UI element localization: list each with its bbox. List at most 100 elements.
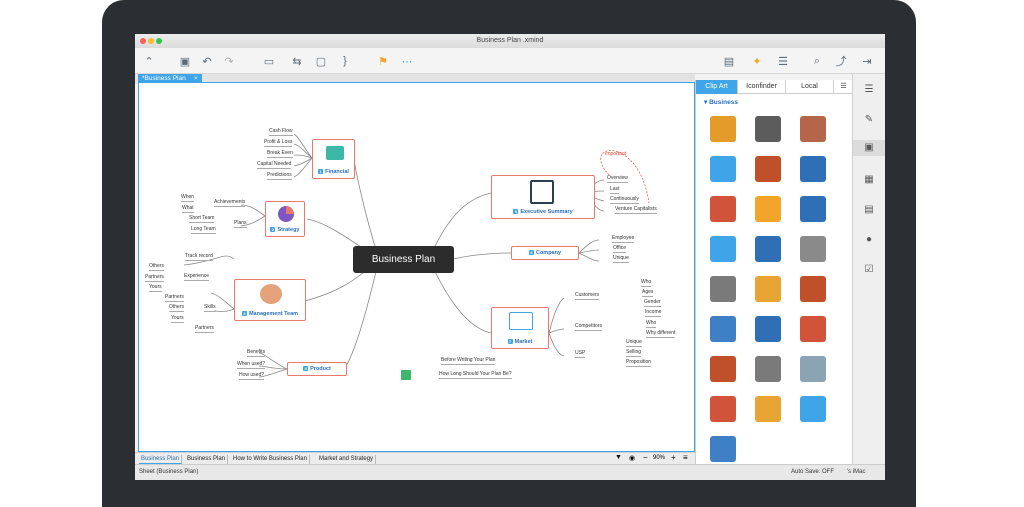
panel-menu-icon[interactable]: ☰ [834,80,853,94]
coffee-clip[interactable] [755,156,781,182]
leaf-exp-partners[interactable]: Partners [145,274,164,282]
tab-local[interactable]: Local [786,80,834,94]
leaf-competitors[interactable]: Competitors [575,323,602,331]
eye-icon[interactable]: ◉ [629,454,635,462]
leaf-unique-usp[interactable]: Unique [626,339,642,347]
leaf-bottom-partners[interactable]: Partners [195,325,214,333]
printer-doc-clip[interactable] [800,236,826,262]
leaf-gender[interactable]: Gender [644,299,661,307]
leaf-skill-partners[interactable]: Partners [165,294,184,302]
calculator-clip[interactable] [800,116,826,142]
section-business[interactable]: ▾ Business [704,98,738,106]
undo-icon[interactable]: ↶ [199,53,215,69]
presentation-clip[interactable] [800,276,826,302]
contacts-clip[interactable] [800,156,826,182]
chart-up-clip[interactable] [710,396,736,422]
redo-icon[interactable]: ↷ [221,53,237,69]
globe-clip[interactable] [755,236,781,262]
briefcase-clip[interactable] [755,116,781,142]
leaf-when-used[interactable]: When used? [237,361,266,369]
folder-clip[interactable] [710,236,736,262]
outline-icon[interactable]: ☰ [775,53,791,69]
search-icon[interactable]: ⌕ [809,53,825,69]
leaf-track-record[interactable]: Track record [185,253,213,261]
save-icon[interactable]: ▣ [177,53,193,69]
task-icon[interactable]: ☑ [861,262,877,278]
topic-product[interactable]: 4 Product [287,362,347,376]
zoom-out-icon[interactable]: − [643,453,648,462]
status-autosave[interactable]: Auto Save: OFF [791,465,834,479]
summary-icon[interactable]: } [337,53,353,69]
leaf-unique[interactable]: Unique [613,255,629,263]
leaf-benefits[interactable]: Benefits [247,349,266,357]
leaf-last[interactable]: Last [610,186,620,194]
presentation-icon[interactable]: ▤ [721,53,737,69]
leaf-usp[interactable]: USP [575,350,586,358]
leaf-skill-yours[interactable]: Yours [171,315,184,323]
leaf-skills[interactable]: Skills [204,304,216,312]
zoom-in-icon[interactable]: + [671,453,676,462]
coin-clip[interactable] [755,396,781,422]
leaf-cash-flow[interactable]: Cash Flow [269,128,293,136]
sheet-tab-3[interactable]: How to Write Business Plan [231,455,310,464]
leaf-how-used[interactable]: How used? [239,372,265,380]
leaf-why-different[interactable]: Why different [646,330,676,338]
support-clip[interactable] [710,196,736,222]
leaf-venture-capitalists[interactable]: Venture Capitalists [615,206,657,214]
newspaper-clip[interactable] [710,276,736,302]
export-icon[interactable]: ⇥ [859,53,875,69]
team-clip[interactable] [710,356,736,382]
certificate-clip[interactable] [800,356,826,382]
leaf-who[interactable]: Who [641,279,652,287]
scales-clip[interactable] [710,116,736,142]
tab-clip-art[interactable]: Clip Art [696,80,738,94]
share-icon[interactable]: ⤴ [833,53,849,69]
leaf-employee[interactable]: Employee [612,235,635,243]
leaf-exp-yours[interactable]: Yours [149,284,162,292]
pencil-clip[interactable] [755,276,781,302]
comments-icon[interactable]: ● [861,232,877,248]
close-window-button[interactable] [140,38,146,44]
leaf-long-team[interactable]: Long Team [191,226,216,234]
leaf-selling[interactable]: Selling [626,349,642,357]
clock-clip[interactable] [755,356,781,382]
window-clip[interactable] [710,436,736,462]
leaf-predictions[interactable]: Predictions [267,172,292,180]
leaf-proposition[interactable]: Proposition [626,359,652,367]
leaf-income[interactable]: Income [645,309,662,317]
printer-clip[interactable] [710,316,736,342]
more-icon[interactable]: ⋯ [399,53,415,69]
leaf-what[interactable]: What [182,205,194,213]
brainstorm-icon[interactable]: ✦ [749,53,765,69]
tab-iconfinder[interactable]: Iconfinder [738,80,786,94]
image-icon[interactable]: ▣ [853,140,885,156]
leaf-continuously[interactable]: Continuously [610,196,639,204]
central-topic[interactable]: Business Plan [353,246,454,273]
leaf-plans[interactable]: Plans [234,220,247,228]
mind-map-canvas[interactable]: Business Plan 1 Financial Cash Flow Profi… [138,82,695,452]
leaf-skill-others[interactable]: Others [169,304,185,312]
microphone-clip[interactable] [800,396,826,422]
leaf-break-even[interactable]: Break Even [267,150,293,158]
leaf-when[interactable]: When [181,194,195,202]
leaf-comp-who[interactable]: Who [646,320,657,328]
leaf-office[interactable]: Office [613,245,626,253]
topic-strategy[interactable]: 2 Strategy [265,201,305,237]
chat-clip[interactable] [710,156,736,182]
filter-icon[interactable]: ▼ [615,454,622,461]
markers-icon[interactable]: ▦ [861,172,877,188]
leaf-achievements[interactable]: Achievements [214,199,246,207]
boundary-icon[interactable]: ▢ [313,53,329,69]
search-doc-clip[interactable] [800,196,826,222]
topic-market[interactable]: 7 Market [491,307,549,349]
maximize-window-button[interactable] [156,38,162,44]
minimize-window-button[interactable] [148,38,154,44]
topic-financial[interactable]: 1 Financial [312,139,355,179]
relationship-icon[interactable]: ⇆ [289,53,305,69]
leaf-short-team[interactable]: Short Team [189,215,215,223]
floating-how-long[interactable]: How Long Should Your Plan Be? [439,371,512,379]
target-clip[interactable] [800,316,826,342]
topic-management-team[interactable]: 3 Management Team [234,279,306,321]
outline-icon[interactable]: ☰ [861,82,877,98]
sheet-tab-4[interactable]: Market and Strategy [317,455,377,464]
